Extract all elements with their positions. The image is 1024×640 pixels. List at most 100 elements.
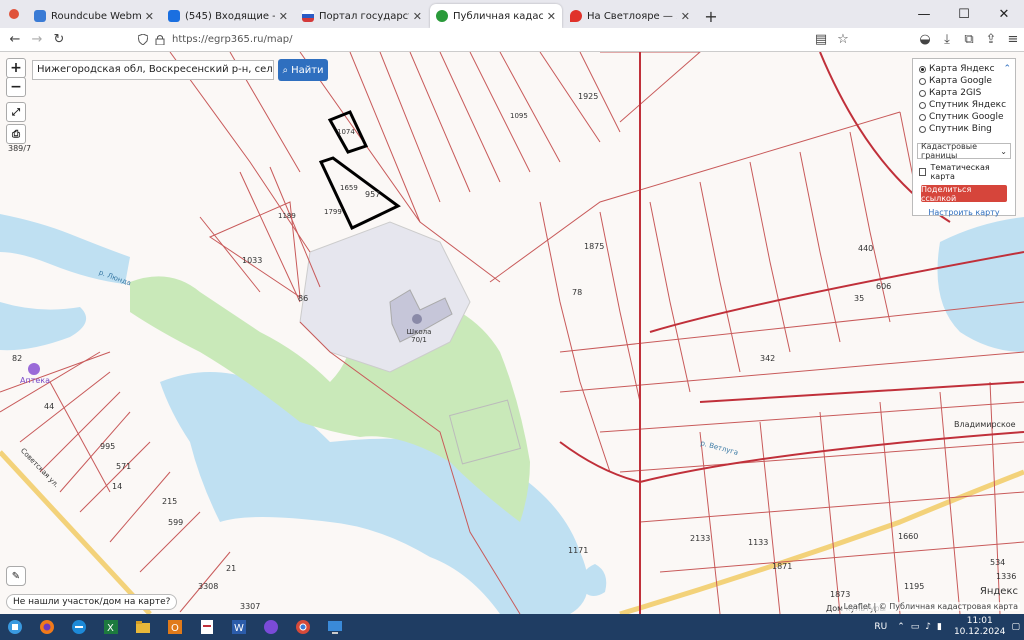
search-button[interactable]: ⌕ Найти xyxy=(278,59,328,81)
zoom-out-button[interactable]: − xyxy=(6,77,26,97)
address-bar[interactable]: https://egrp365.ru/map/ xyxy=(138,30,618,49)
radio-selected-icon[interactable] xyxy=(919,65,926,73)
not-found-button[interactable]: Не нашли участок/дом на карте? xyxy=(6,594,178,610)
tab-title: Портал государственных услуг xyxy=(319,10,409,22)
borders-select[interactable]: Кадастровые границы ⌄ xyxy=(917,142,1011,160)
chrome-icon[interactable] xyxy=(288,615,318,639)
close-tab-icon[interactable]: ✕ xyxy=(413,10,422,23)
close-tab-icon[interactable]: ✕ xyxy=(681,10,690,23)
firefox-icon[interactable] xyxy=(32,615,62,639)
volume-icon[interactable]: ♪ xyxy=(925,622,931,632)
tab-title: (545) Входящие - Почта Mail xyxy=(185,10,275,22)
radio-icon[interactable] xyxy=(919,77,926,85)
svg-text:O: O xyxy=(171,623,179,634)
tab-title: На Светлояре — Яндекс Карты xyxy=(587,10,677,22)
new-tab-button[interactable]: + xyxy=(698,4,724,28)
excel-icon[interactable]: X xyxy=(96,615,126,639)
parcel-label-82: 82 xyxy=(12,354,23,363)
menu-icon[interactable]: ≡ xyxy=(1002,29,1024,51)
zoom-in-button[interactable]: + xyxy=(6,58,26,78)
pond-left xyxy=(0,302,87,351)
parcel-label-44: 44 xyxy=(44,402,55,411)
close-tab-icon[interactable]: ✕ xyxy=(145,10,154,23)
layer-option-google-satellite[interactable]: Спутник Google xyxy=(913,111,1015,123)
outlook-icon[interactable]: O xyxy=(160,615,190,639)
layer-option-bing-satellite[interactable]: Спутник Bing xyxy=(913,123,1015,135)
clock[interactable]: 11:01 10.12.2024 xyxy=(954,616,1006,638)
checkbox[interactable] xyxy=(919,168,927,176)
close-tab-icon[interactable]: ✕ xyxy=(547,10,556,23)
back-icon[interactable]: ← xyxy=(4,29,26,51)
share-link-button[interactable]: Поделиться ссылкой xyxy=(921,185,1007,203)
tab-roundcube[interactable]: Roundcube Webmail :: Входящ ✕ xyxy=(28,4,160,28)
print-icon[interactable]: ⎙ xyxy=(6,124,26,144)
radio-icon[interactable] xyxy=(919,113,926,121)
forward-icon[interactable]: → xyxy=(26,29,48,51)
minimize-button[interactable]: — xyxy=(904,0,944,28)
layer-option-yandex-map[interactable]: Карта Яндекс ⌃ xyxy=(913,63,1015,75)
reader-icon[interactable]: ▤ xyxy=(810,29,832,51)
parcel-label-1133: 1133 xyxy=(748,538,769,547)
tab-gosuslugi[interactable]: Портал государственных услуг ✕ xyxy=(296,4,428,28)
share-icon[interactable]: ⇪ xyxy=(980,29,1002,51)
collapse-icon[interactable]: ⌃ xyxy=(1003,64,1011,74)
tray-arrow-icon[interactable]: ⌃ xyxy=(897,622,905,632)
reload-icon[interactable]: ↻ xyxy=(48,29,70,51)
map-canvas[interactable] xyxy=(0,52,1024,614)
extensions-icon[interactable]: ⧉ xyxy=(958,29,980,51)
explorer-icon[interactable] xyxy=(128,615,158,639)
downloads-icon[interactable]: ⤓ xyxy=(936,29,958,51)
tab-cadastral-map[interactable]: Публичная кадастровая карта ✕ xyxy=(430,4,562,28)
battery-icon[interactable]: ▮ xyxy=(937,622,942,632)
language-indicator[interactable]: RU xyxy=(874,622,887,632)
layer-option-2gis-map[interactable]: Карта 2GIS xyxy=(913,87,1015,99)
layer-label: Карта Яндекс xyxy=(929,64,995,74)
viber-icon[interactable] xyxy=(256,615,286,639)
tab-title: Публичная кадастровая карта xyxy=(453,10,543,22)
notifications-icon[interactable]: ▢ xyxy=(1011,622,1020,632)
maximize-button[interactable]: ☐ xyxy=(944,0,984,28)
svg-text:X: X xyxy=(107,623,114,634)
fullscreen-icon[interactable]: ⤢ xyxy=(6,102,26,122)
browser-menu-icon[interactable] xyxy=(0,0,28,28)
layer-option-yandex-satellite[interactable]: Спутник Яндекс xyxy=(913,99,1015,111)
pdf-reader-icon[interactable] xyxy=(192,615,222,639)
radio-icon[interactable] xyxy=(919,89,926,97)
draw-tool-icon[interactable]: ✎ xyxy=(6,566,26,586)
cadastral-map[interactable]: 1074 957 1659 1189 1799 1033 86 1875 78 … xyxy=(0,52,1024,614)
network-icon[interactable]: ▭ xyxy=(911,622,920,632)
parcel-label-1875: 1875 xyxy=(584,242,605,251)
start-button[interactable] xyxy=(0,615,30,639)
thematic-map-toggle[interactable]: Тематическая карта xyxy=(919,163,1009,181)
pharmacy-label: Аптека xyxy=(20,376,51,385)
close-tab-icon[interactable]: ✕ xyxy=(279,10,288,23)
parcel-label-2133: 2133 xyxy=(690,534,711,543)
borders-select-value: Кадастровые границы xyxy=(921,142,977,160)
word-icon[interactable]: W xyxy=(224,615,254,639)
yandex-logo: Яндекс xyxy=(979,586,1018,597)
search-input[interactable]: Нижегородская обл, Воскресенский р-н, се… xyxy=(32,60,274,80)
setup-map-link[interactable]: Настроить карту xyxy=(913,208,1015,217)
close-window-button[interactable]: ✕ xyxy=(984,0,1024,28)
map-attribution[interactable]: Leaflet | © Публичная кадастровая карта xyxy=(841,602,1020,611)
bookmark-star-icon[interactable]: ☆ xyxy=(832,29,854,51)
tab-yandex-maps[interactable]: На Светлояре — Яндекс Карты ✕ xyxy=(564,4,696,28)
layer-option-google-map[interactable]: Карта Google xyxy=(913,75,1015,87)
parcel-label-342: 342 xyxy=(760,354,776,363)
parcel-label-606: 606 xyxy=(876,282,892,291)
pocket-icon[interactable]: ◒ xyxy=(914,29,936,51)
school-label: Школа 70/1 xyxy=(406,328,432,344)
clock-time: 11:01 xyxy=(966,616,993,626)
highlight-parcel-957 xyxy=(318,156,401,231)
radio-icon[interactable] xyxy=(919,101,926,109)
parcel-label-86: 86 xyxy=(298,294,309,303)
edge-icon[interactable] xyxy=(64,615,94,639)
radio-icon[interactable] xyxy=(919,125,926,133)
parcel-label-1871: 1871 xyxy=(772,562,793,571)
parcel-label-1660: 1660 xyxy=(898,532,919,541)
parcel-label-1925: 1925 xyxy=(578,92,599,101)
tab-mail[interactable]: (545) Входящие - Почта Mail ✕ xyxy=(162,4,294,28)
remote-desktop-icon[interactable] xyxy=(320,615,350,639)
parcel-label-3307: 3307 xyxy=(240,602,261,611)
parcel-label-1195: 1195 xyxy=(904,582,925,591)
